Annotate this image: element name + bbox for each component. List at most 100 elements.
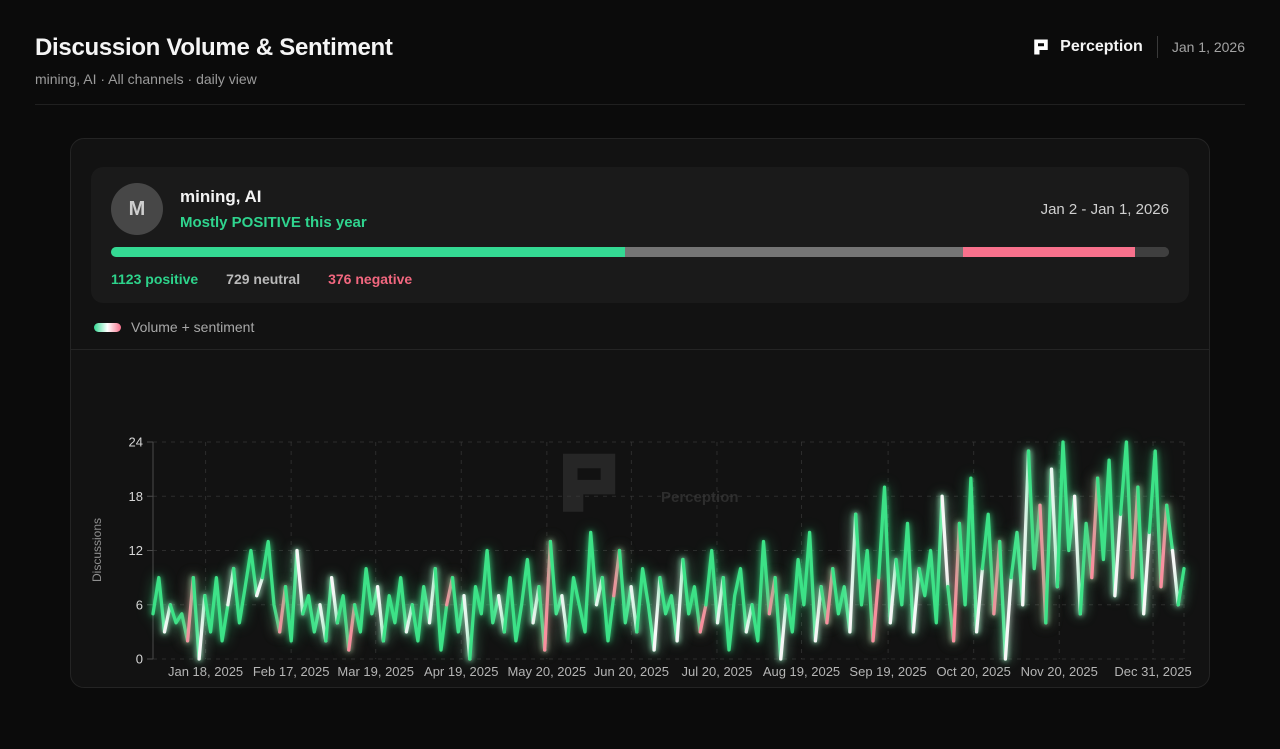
sentiment-line-segment bbox=[324, 575, 334, 643]
watermark-logo-icon bbox=[563, 453, 616, 512]
sentiment-line-segment bbox=[381, 575, 409, 643]
x-tick-label: Aug 19, 2025 bbox=[763, 664, 840, 679]
header-date: Jan 1, 2026 bbox=[1171, 39, 1245, 55]
y-axis-label: Discussions bbox=[90, 518, 104, 582]
sentiment-line-segment bbox=[260, 539, 282, 634]
sentiment-status: Mostly POSITIVE this year bbox=[180, 214, 367, 231]
sentiment-line-segment bbox=[1009, 530, 1025, 607]
bar-segment-positive bbox=[111, 247, 626, 257]
y-tick-label: 6 bbox=[136, 597, 143, 612]
sentiment-line-segment bbox=[162, 603, 172, 634]
header-brand-area: Perception Jan 1, 2026 bbox=[1032, 36, 1245, 58]
sentiment-line-segment bbox=[600, 575, 616, 643]
sentiment-line-segment bbox=[231, 548, 259, 625]
sentiment-line-segment bbox=[974, 566, 985, 634]
stat-neutral: 729 neutral bbox=[226, 271, 301, 287]
sentiment-line-segment bbox=[1003, 575, 1013, 661]
avatar: M bbox=[111, 183, 163, 235]
y-tick-label: 24 bbox=[129, 435, 143, 450]
sentiment-line-segment bbox=[548, 539, 564, 616]
stat-positive: 1123 positive bbox=[111, 271, 199, 287]
bar-segment-negative bbox=[962, 247, 1136, 257]
sentiment-line-segment bbox=[825, 566, 835, 625]
sentiment-line-segment bbox=[998, 539, 1008, 661]
sentiment-line-segment bbox=[940, 494, 950, 589]
sentiment-line-segment bbox=[335, 594, 351, 652]
sentiment-line-segment bbox=[1159, 503, 1169, 589]
sentiment-line-segment bbox=[848, 512, 858, 634]
sentiment-line-segment bbox=[329, 575, 339, 625]
sentiment-line-segment bbox=[911, 566, 921, 634]
sentiment-line-segment bbox=[1142, 530, 1152, 616]
sentiment-line-segment bbox=[773, 575, 783, 661]
x-tick-label: Jun 20, 2025 bbox=[594, 664, 669, 679]
chart-watermark: Perception bbox=[563, 453, 739, 512]
legend-label: Volume + sentiment bbox=[131, 319, 255, 335]
sentiment-line-segment bbox=[168, 603, 190, 643]
sentiment-line-segment bbox=[1078, 521, 1094, 616]
x-tick-label: Apr 19, 2025 bbox=[424, 664, 498, 679]
sentiment-line-segment bbox=[1021, 449, 1031, 607]
sentiment-line-segment bbox=[1044, 467, 1054, 625]
sentiment-line-segment bbox=[894, 521, 915, 634]
sentiment-line-segment bbox=[347, 603, 357, 652]
x-tick-label: Dec 31, 2025 bbox=[1114, 664, 1191, 679]
sentiment-line-segment bbox=[750, 539, 771, 643]
sentiment-bar bbox=[111, 247, 1169, 257]
sentiment-line-segment bbox=[151, 575, 167, 634]
sentiment-line-segment bbox=[566, 530, 599, 643]
volume-sentiment-chart: Perception 0 6 12 18 24 Jan 18, 2025 Feb 17, 2… bbox=[71, 350, 1209, 687]
sentiment-line-segment bbox=[854, 512, 875, 643]
sentiment-line-segment bbox=[951, 521, 962, 643]
sentiment-line-segment bbox=[433, 566, 449, 652]
sentiment-line-segment bbox=[410, 585, 432, 643]
y-tick-label: 12 bbox=[129, 543, 143, 558]
sentiment-line-segment bbox=[191, 575, 201, 661]
sentiment-line-segment bbox=[980, 512, 996, 616]
legend-gradient-pill bbox=[94, 322, 121, 332]
perception-logo-icon bbox=[1034, 39, 1048, 55]
x-tick-label: Nov 20, 2025 bbox=[1021, 664, 1098, 679]
sentiment-line-segment bbox=[1055, 440, 1077, 589]
x-tick-label: Jul 20, 2025 bbox=[682, 664, 753, 679]
page-header: Discussion Volume & Sentiment mining, AI… bbox=[0, 0, 1280, 105]
summary-card: M mining, AI Mostly POSITIVE this year J… bbox=[91, 167, 1189, 303]
sentiment-line-segment bbox=[1170, 548, 1180, 607]
x-tick-label: Feb 17, 2025 bbox=[253, 664, 330, 679]
sentiment-line-segment bbox=[468, 548, 501, 661]
sentiment-line-segment bbox=[502, 557, 535, 643]
page-subtitle: mining, AI · All channels · daily view bbox=[35, 71, 257, 87]
sentiment-line-segment bbox=[375, 585, 386, 643]
y-tick-label: 18 bbox=[129, 489, 143, 504]
sentiment-line-segment bbox=[1072, 494, 1082, 616]
sentiment-line-segment bbox=[543, 539, 553, 652]
x-tick-label: Mar 19, 2025 bbox=[337, 664, 414, 679]
x-tick-label: Oct 20, 2025 bbox=[936, 664, 1010, 679]
sentiment-line-segment bbox=[635, 566, 656, 652]
sentiment-line-segment bbox=[871, 575, 881, 643]
sentiment-line-segment bbox=[450, 575, 466, 634]
sentiment-line-segment bbox=[255, 575, 265, 598]
sentiment-line-segment bbox=[1090, 476, 1100, 580]
header-rule bbox=[35, 104, 1245, 105]
sentiment-line-segment bbox=[917, 494, 944, 625]
entity-name: mining, AI bbox=[180, 187, 262, 206]
sentiment-line-segment bbox=[1118, 440, 1134, 580]
sentiment-line-segment bbox=[1147, 449, 1163, 589]
x-tick-label: Sep 19, 2025 bbox=[849, 664, 926, 679]
sentiment-line-segment bbox=[957, 476, 979, 634]
bar-segment-neutral bbox=[625, 247, 963, 257]
sentiment-line-segment bbox=[352, 566, 380, 634]
header-divider bbox=[1156, 36, 1158, 58]
sentiment-line-segment bbox=[617, 548, 633, 625]
sentiment-line-segment bbox=[1113, 512, 1123, 598]
sentiment-line-segment bbox=[813, 585, 823, 643]
sentiment-line-segment bbox=[1136, 485, 1146, 616]
sentiment-line-segment bbox=[652, 575, 662, 652]
x-tick-label: May 20, 2025 bbox=[507, 664, 586, 679]
report-card: M mining, AI Mostly POSITIVE this year J… bbox=[70, 138, 1210, 688]
x-tick-label: Jan 18, 2025 bbox=[168, 664, 243, 679]
date-range: Jan 2 - Jan 1, 2026 bbox=[1040, 200, 1169, 218]
sentiment-stats: 1123 positive 729 neutral 376 negative bbox=[111, 271, 1169, 287]
sentiment-line-segment bbox=[203, 575, 230, 643]
